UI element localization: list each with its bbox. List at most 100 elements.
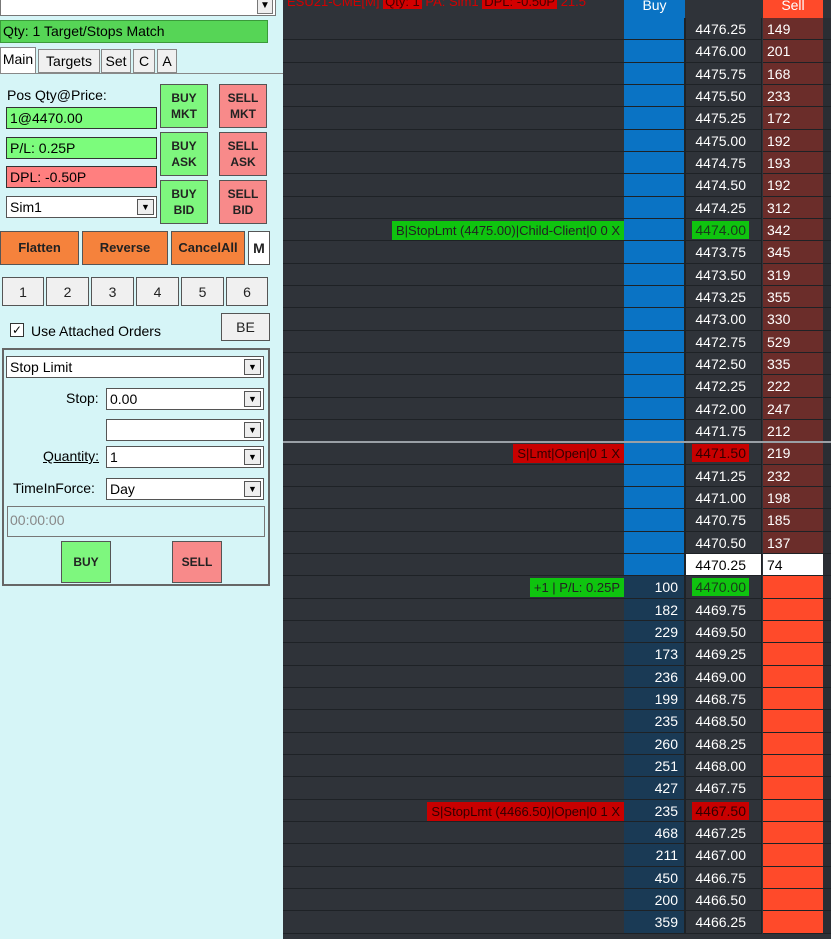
ask-size-cell[interactable]: 312: [763, 196, 823, 219]
order-cell[interactable]: [283, 553, 624, 577]
order-cell[interactable]: [283, 174, 624, 197]
ask-size-cell[interactable]: [763, 888, 823, 912]
order-cell[interactable]: [283, 464, 624, 487]
bid-size-cell[interactable]: [624, 263, 685, 286]
chevron-down-icon[interactable]: ▼: [257, 0, 273, 14]
bid-size-cell[interactable]: [624, 241, 685, 264]
tab-a[interactable]: A: [157, 49, 177, 73]
instrument-combo[interactable]: ▼: [0, 0, 276, 16]
order-cell[interactable]: [283, 866, 624, 889]
price-cell[interactable]: 4475.25: [685, 107, 762, 130]
order-cell[interactable]: [283, 531, 624, 554]
ask-size-cell[interactable]: [763, 754, 823, 778]
ask-size-cell[interactable]: 529: [763, 330, 823, 353]
bid-size-cell[interactable]: 251: [624, 754, 685, 778]
ask-size-cell[interactable]: 247: [763, 397, 823, 420]
ask-size-cell[interactable]: 185: [763, 509, 823, 532]
bid-size-cell[interactable]: [624, 486, 685, 510]
limit-price-input[interactable]: ▼: [106, 419, 264, 441]
chevron-down-icon[interactable]: ▼: [244, 391, 261, 407]
ask-size-cell[interactable]: [763, 799, 823, 822]
bid-size-cell[interactable]: [624, 196, 685, 219]
ask-size-cell[interactable]: 345: [763, 241, 823, 264]
sell-ask-button[interactable]: SELL ASK: [219, 132, 267, 176]
bid-size-cell[interactable]: 236: [624, 665, 685, 688]
ask-size-cell[interactable]: [763, 620, 823, 644]
ask-size-cell[interactable]: [763, 777, 823, 800]
price-cell[interactable]: 4474.75: [685, 151, 762, 175]
bid-size-cell[interactable]: 173: [624, 643, 685, 666]
ask-size-cell[interactable]: [763, 665, 823, 688]
bid-size-cell[interactable]: [624, 553, 685, 577]
price-cell[interactable]: 4471.75: [685, 419, 762, 443]
price-cell[interactable]: 4466.50: [685, 888, 762, 912]
order-cell[interactable]: [283, 40, 624, 63]
sell-bid-button[interactable]: SELL BID: [219, 180, 267, 224]
price-cell[interactable]: 4469.00: [685, 665, 762, 688]
price-cell[interactable]: 4467.75: [685, 777, 762, 800]
order-cell[interactable]: +1 | P/L: 0.25P: [283, 576, 624, 599]
price-cell[interactable]: 4470.50: [685, 531, 762, 554]
ask-size-cell[interactable]: [763, 911, 823, 934]
tif-select[interactable]: Day ▼: [106, 478, 264, 500]
ask-size-cell[interactable]: [763, 598, 823, 621]
price-cell[interactable]: 4476.25: [685, 18, 762, 41]
bid-size-cell[interactable]: [624, 330, 685, 353]
buy-bid-button[interactable]: BUY BID: [160, 180, 208, 224]
tab-set[interactable]: Set: [101, 49, 131, 73]
buy-ask-button[interactable]: BUY ASK: [160, 132, 208, 176]
ask-size-cell[interactable]: 222: [763, 375, 823, 398]
quantity-input[interactable]: 1 ▼: [106, 446, 264, 468]
bid-size-cell[interactable]: [624, 62, 685, 85]
price-cell[interactable]: 4470.75: [685, 509, 762, 532]
ask-size-cell[interactable]: 355: [763, 285, 823, 309]
bid-size-cell[interactable]: [624, 419, 685, 443]
chevron-down-icon[interactable]: ▼: [137, 199, 154, 215]
ask-size-cell[interactable]: 342: [763, 218, 823, 242]
quick-qty-2-button[interactable]: 2: [46, 277, 89, 306]
bid-size-cell[interactable]: 359: [624, 911, 685, 934]
price-cell[interactable]: 4473.25: [685, 285, 762, 309]
order-cell[interactable]: [283, 308, 624, 331]
bid-size-cell[interactable]: [624, 308, 685, 331]
bid-size-cell[interactable]: 235: [624, 710, 685, 733]
price-cell[interactable]: 4474.00: [685, 218, 762, 242]
order-type-select[interactable]: Stop Limit ▼: [6, 356, 264, 378]
account-select[interactable]: Sim1 ▼: [6, 196, 157, 218]
bid-size-cell[interactable]: 235: [624, 799, 685, 822]
bid-size-cell[interactable]: 468: [624, 821, 685, 845]
price-cell[interactable]: 4472.00: [685, 397, 762, 420]
working-sell-order-tag[interactable]: S|StopLmt (4466.50)|Open|0 1 X: [427, 801, 624, 821]
order-cell[interactable]: [283, 844, 624, 867]
quick-qty-5-button[interactable]: 5: [181, 277, 224, 306]
order-cell[interactable]: S|StopLmt (4466.50)|Open|0 1 X: [283, 799, 624, 822]
bid-size-cell[interactable]: 200: [624, 888, 685, 912]
bid-size-cell[interactable]: 100: [624, 576, 685, 599]
bid-size-cell[interactable]: [624, 442, 685, 465]
chevron-down-icon[interactable]: ▼: [244, 422, 261, 438]
price-cell[interactable]: 4469.50: [685, 620, 762, 644]
price-cell[interactable]: 4470.25: [685, 553, 762, 577]
price-cell[interactable]: 4474.25: [685, 196, 762, 219]
ask-size-cell[interactable]: 192: [763, 129, 823, 152]
bid-size-cell[interactable]: [624, 531, 685, 554]
ask-size-cell[interactable]: 198: [763, 486, 823, 510]
bid-size-cell[interactable]: [624, 509, 685, 532]
m-button[interactable]: M: [248, 231, 270, 265]
price-cell[interactable]: 4467.50: [685, 799, 762, 822]
bid-size-cell[interactable]: [624, 218, 685, 242]
chevron-down-icon[interactable]: ▼: [244, 481, 261, 497]
gtd-time-input[interactable]: 00:00:00: [7, 506, 265, 537]
ask-size-cell[interactable]: [763, 643, 823, 666]
breakeven-button[interactable]: BE: [221, 313, 270, 341]
bid-size-cell[interactable]: [624, 352, 685, 376]
price-cell[interactable]: 4473.75: [685, 241, 762, 264]
sell-column-header[interactable]: Sell: [763, 0, 823, 18]
ask-size-cell[interactable]: [763, 687, 823, 711]
ask-size-cell[interactable]: 219: [763, 442, 823, 465]
price-cell[interactable]: 4475.00: [685, 129, 762, 152]
bid-size-cell[interactable]: [624, 107, 685, 130]
order-cell[interactable]: B|StopLmt (4475.00)|Child-Client|0 0 X: [283, 218, 624, 242]
ask-size-cell[interactable]: [763, 844, 823, 867]
order-cell[interactable]: [283, 419, 624, 443]
